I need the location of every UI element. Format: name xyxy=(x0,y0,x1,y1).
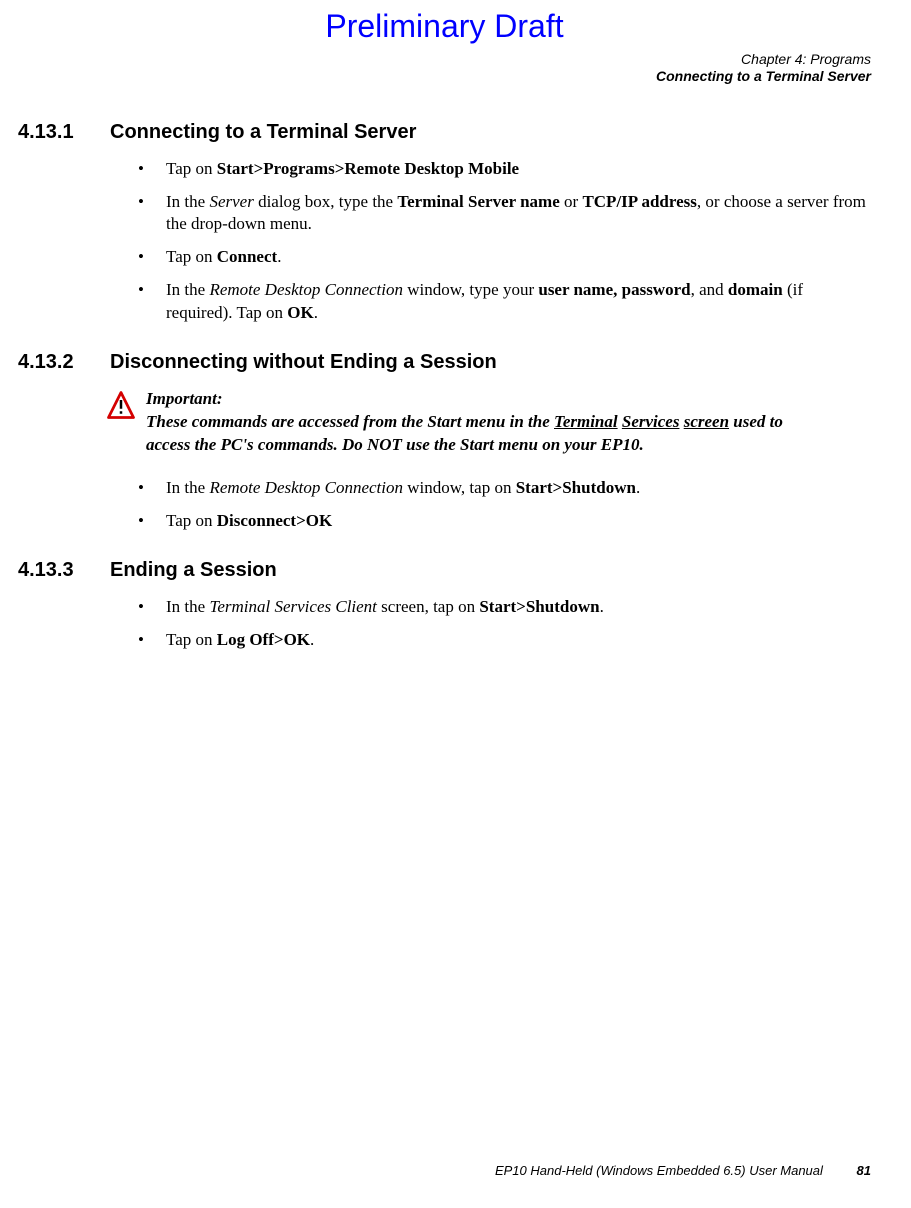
underline-text: Terminal xyxy=(554,412,618,431)
section-4-13-3: 4.13.3 Ending a Session In the Terminal … xyxy=(18,559,871,652)
important-callout: Important:These commands are accessed fr… xyxy=(106,388,871,457)
warning-icon xyxy=(106,390,136,425)
section-4-13-1: 4.13.1 Connecting to a Terminal Server T… xyxy=(18,121,871,326)
text: window, type your xyxy=(403,280,538,299)
bold-text: user name, password xyxy=(538,280,690,299)
page-footer: EP10 Hand-Held (Windows Embedded 6.5) Us… xyxy=(495,1163,871,1178)
section-heading: 4.13.3 Ending a Session xyxy=(18,559,871,582)
text: . xyxy=(600,597,604,616)
preliminary-draft-watermark: Preliminary Draft xyxy=(18,8,871,45)
italic-text: Remote Desktop Connection xyxy=(209,478,403,497)
text: window, tap on xyxy=(403,478,516,497)
underline-text: screen xyxy=(684,412,729,431)
section-number: 4.13.3 xyxy=(18,559,110,582)
list-item: In the Remote Desktop Connection window,… xyxy=(138,477,871,500)
section-title: Connecting to a Terminal Server xyxy=(110,121,416,144)
header-chapter: Chapter 4: Programs xyxy=(18,51,871,68)
section-number: 4.13.2 xyxy=(18,351,110,374)
text: In the xyxy=(166,478,209,497)
text: dialog box, type the xyxy=(254,192,398,211)
text: Tap on xyxy=(166,511,217,530)
list-item: In the Terminal Services Client screen, … xyxy=(138,596,871,619)
bold-text: Disconnect>OK xyxy=(217,511,332,530)
important-body: Important:These commands are accessed fr… xyxy=(146,388,871,457)
text: . xyxy=(314,303,318,322)
header-section: Connecting to a Terminal Server xyxy=(18,68,871,85)
section-number: 4.13.1 xyxy=(18,121,110,144)
bold-text: Log Off>OK xyxy=(217,630,310,649)
text: Tap on xyxy=(166,159,217,178)
text: In the xyxy=(166,597,209,616)
italic-text: Server xyxy=(209,192,253,211)
bold-text: Connect xyxy=(217,247,277,266)
text: In the xyxy=(166,280,209,299)
section-title: Disconnecting without Ending a Session xyxy=(110,351,497,374)
text: or xyxy=(560,192,583,211)
bold-text: Terminal Server name xyxy=(397,192,559,211)
text: . xyxy=(636,478,640,497)
text: screen, tap on xyxy=(377,597,479,616)
section-4-13-2: 4.13.2 Disconnecting without Ending a Se… xyxy=(18,351,871,533)
underline-text: Services xyxy=(622,412,680,431)
section-heading: 4.13.1 Connecting to a Terminal Server xyxy=(18,121,871,144)
text: In the xyxy=(166,192,209,211)
list-item: In the Server dialog box, type the Termi… xyxy=(138,191,871,237)
italic-text: Remote Desktop Connection xyxy=(209,280,403,299)
bold-text: domain xyxy=(728,280,783,299)
bold-text: OK xyxy=(287,303,313,322)
text: Tap on xyxy=(166,630,217,649)
section-title: Ending a Session xyxy=(110,559,277,582)
text: , and xyxy=(691,280,728,299)
text: Tap on xyxy=(166,247,217,266)
bold-text: Start>Programs>Remote Desktop Mobile xyxy=(217,159,519,178)
italic-text: Terminal Services Client xyxy=(209,597,376,616)
text: . xyxy=(277,247,281,266)
step-list: Tap on Start>Programs>Remote Desktop Mob… xyxy=(138,158,871,326)
section-heading: 4.13.2 Disconnecting without Ending a Se… xyxy=(18,351,871,374)
list-item: Tap on Connect. xyxy=(138,246,871,269)
important-label: Important: xyxy=(146,388,251,411)
text: . xyxy=(310,630,314,649)
bold-text: TCP/IP address xyxy=(582,192,696,211)
bold-text: Start>Shutdown xyxy=(516,478,636,497)
running-header: Chapter 4: Programs Connecting to a Term… xyxy=(18,51,871,85)
page: Preliminary Draft Chapter 4: Programs Co… xyxy=(0,0,911,1208)
step-list: In the Remote Desktop Connection window,… xyxy=(138,477,871,533)
list-item: Tap on Log Off>OK. xyxy=(138,629,871,652)
footer-text: EP10 Hand-Held (Windows Embedded 6.5) Us… xyxy=(495,1163,823,1178)
step-list: In the Terminal Services Client screen, … xyxy=(138,596,871,652)
bold-text: Start>Shutdown xyxy=(479,597,599,616)
page-number: 81 xyxy=(857,1163,871,1178)
list-item: Tap on Start>Programs>Remote Desktop Mob… xyxy=(138,158,871,181)
list-item: Tap on Disconnect>OK xyxy=(138,510,871,533)
list-item: In the Remote Desktop Connection window,… xyxy=(138,279,871,325)
text: These commands are accessed from the Sta… xyxy=(146,412,554,431)
